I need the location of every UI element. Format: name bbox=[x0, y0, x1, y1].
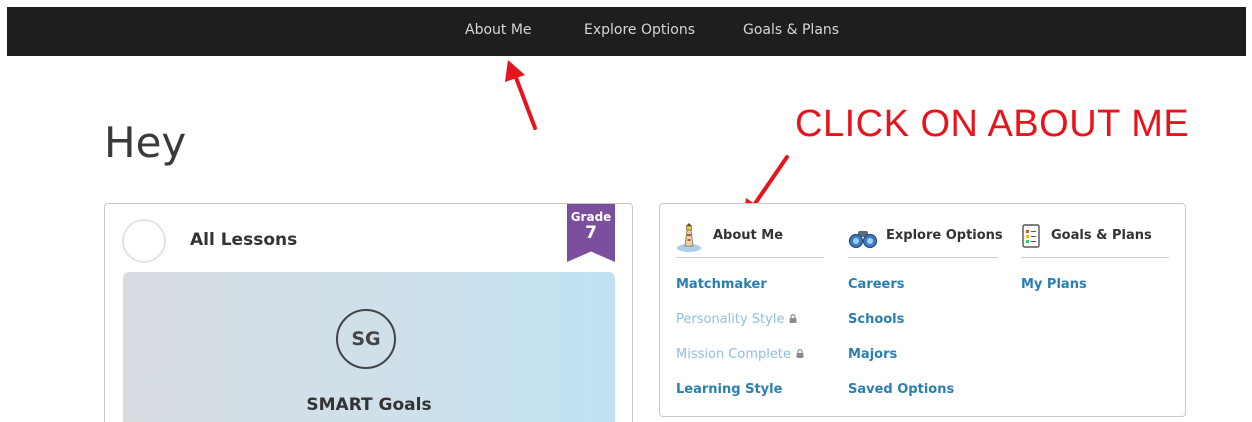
arrow-to-nav bbox=[505, 60, 537, 130]
link-matchmaker[interactable]: Matchmaker bbox=[676, 277, 767, 292]
checklist-icon bbox=[1021, 222, 1043, 257]
link-learning-style[interactable]: Learning Style bbox=[676, 382, 782, 397]
menu-column-about-me: About Me Matchmaker Personality Style Mi… bbox=[676, 220, 824, 397]
avatar bbox=[122, 219, 166, 263]
link-mission-complete-label: Mission Complete bbox=[676, 347, 791, 362]
grade-label: Grade bbox=[570, 210, 612, 224]
link-personality-style-label: Personality Style bbox=[676, 312, 785, 327]
lessons-card: All Lessons Grade 7 SG SMART Goals bbox=[104, 203, 633, 422]
link-mission-complete[interactable]: Mission Complete bbox=[676, 347, 804, 362]
lesson-badge-icon: SG bbox=[336, 309, 396, 369]
link-schools[interactable]: Schools bbox=[848, 312, 904, 327]
lesson-badge-text: SG bbox=[351, 328, 381, 350]
menu-title-goals-plans: Goals & Plans bbox=[1051, 228, 1152, 243]
menu-header-about-me[interactable]: About Me bbox=[676, 220, 824, 258]
link-majors[interactable]: Majors bbox=[848, 347, 897, 362]
menu-title-explore-options: Explore Options bbox=[886, 228, 1003, 243]
lock-icon bbox=[789, 312, 797, 327]
lighthouse-icon bbox=[676, 222, 702, 257]
link-saved-options[interactable]: Saved Options bbox=[848, 382, 954, 397]
lessons-title[interactable]: All Lessons bbox=[190, 230, 297, 250]
link-personality-style[interactable]: Personality Style bbox=[676, 312, 797, 327]
link-my-plans[interactable]: My Plans bbox=[1021, 277, 1087, 292]
lesson-tile-title: SMART Goals bbox=[306, 395, 432, 415]
menu-column-goals-plans: Goals & Plans My Plans bbox=[1021, 220, 1169, 292]
lesson-tile-smart-goals[interactable]: SG SMART Goals bbox=[123, 272, 615, 422]
lock-icon bbox=[796, 347, 804, 362]
menu-column-explore-options: Explore Options Careers Schools Majors S… bbox=[848, 220, 1003, 397]
grade-number: 7 bbox=[585, 223, 597, 243]
grade-badge: Grade 7 bbox=[567, 204, 615, 262]
binoculars-icon bbox=[848, 222, 878, 257]
menu-title-about-me: About Me bbox=[713, 228, 784, 243]
menu-header-goals-plans[interactable]: Goals & Plans bbox=[1021, 220, 1169, 258]
menu-header-explore-options[interactable]: Explore Options bbox=[848, 220, 1003, 258]
link-careers[interactable]: Careers bbox=[848, 277, 905, 292]
navigation-menu-card: About Me Matchmaker Personality Style Mi… bbox=[659, 203, 1186, 417]
